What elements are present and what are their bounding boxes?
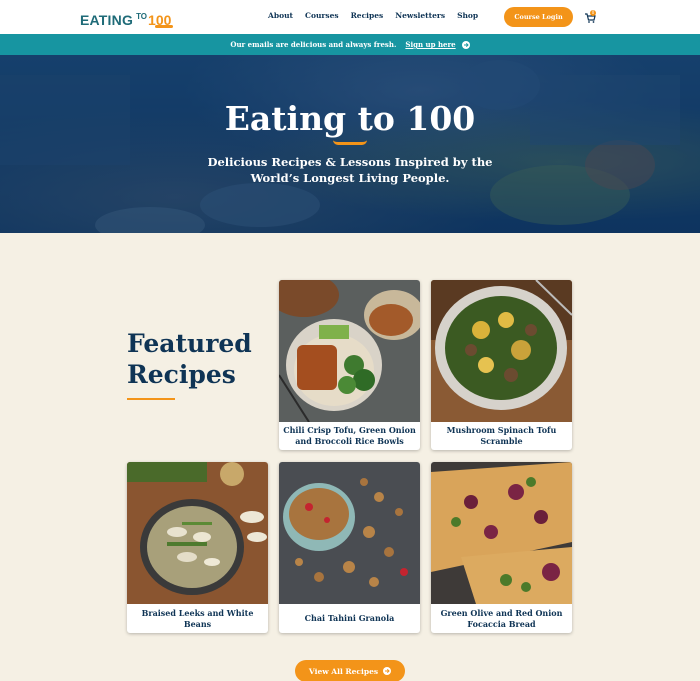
hero-banner: Eating to 100 Delicious Recipes & Lesson…: [0, 55, 700, 233]
nav-shop[interactable]: Shop: [457, 11, 478, 20]
recipe-image-tofu-scramble: [431, 280, 572, 422]
nav-about[interactable]: About: [268, 11, 293, 20]
recipe-title[interactable]: Chai Tahini Granola: [283, 613, 416, 624]
announcement-message: Our emails are delicious and always fres…: [230, 40, 397, 49]
announcement-bar: Our emails are delicious and always fres…: [0, 34, 700, 55]
recipe-card[interactable]: Green Olive and Red Onion Focaccia Bread: [431, 462, 572, 633]
arrow-right-icon[interactable]: [461, 40, 470, 49]
site-header: EATING TO 100 About Courses Recipes News…: [0, 0, 700, 34]
hero-subtitle: Delicious Recipes & Lessons Inspired by …: [207, 155, 493, 185]
hero-spoon-icon: [333, 140, 367, 145]
view-all-label: View All Recipes: [308, 666, 379, 676]
logo-spoon-icon: [155, 25, 173, 28]
recipe-title[interactable]: Mushroom Spinach Tofu Scramble: [435, 425, 568, 447]
nav-recipes[interactable]: Recipes: [351, 11, 384, 20]
logo-word-to: TO: [136, 12, 148, 21]
cart-count-badge: 0: [590, 10, 596, 16]
nav-newsletters[interactable]: Newsletters: [395, 11, 445, 20]
hero-title: Eating to 100: [224, 99, 476, 138]
recipe-image-granola: [279, 462, 420, 604]
recipe-title[interactable]: Chili Crisp Tofu, Green Onion and Brocco…: [283, 425, 416, 447]
logo-word-eating: EATING: [80, 12, 134, 28]
course-login-button[interactable]: Course Login: [504, 7, 573, 27]
signup-link[interactable]: Sign up here: [405, 40, 455, 49]
view-all-recipes-button[interactable]: View All Recipes: [295, 660, 405, 681]
main-nav: About Courses Recipes Newsletters Shop: [268, 11, 478, 20]
featured-title-underline: [127, 398, 175, 400]
arrow-right-icon: [383, 667, 392, 675]
recipe-card[interactable]: Chili Crisp Tofu, Green Onion and Brocco…: [279, 280, 420, 450]
featured-recipes-title: Featured Recipes: [127, 329, 252, 389]
recipe-title[interactable]: Braised Leeks and White Beans: [131, 608, 264, 630]
recipe-card[interactable]: Mushroom Spinach Tofu Scramble: [431, 280, 572, 450]
site-logo[interactable]: EATING TO 100: [80, 9, 173, 28]
recipe-image-tofu-rice-bowl: [279, 280, 420, 422]
recipe-image-leeks-beans: [127, 462, 268, 604]
recipe-title[interactable]: Green Olive and Red Onion Focaccia Bread: [435, 608, 568, 630]
recipe-image-focaccia: [431, 462, 572, 604]
recipe-card[interactable]: Chai Tahini Granola: [279, 462, 420, 633]
nav-courses[interactable]: Courses: [305, 11, 339, 20]
recipe-card[interactable]: Braised Leeks and White Beans: [127, 462, 268, 633]
